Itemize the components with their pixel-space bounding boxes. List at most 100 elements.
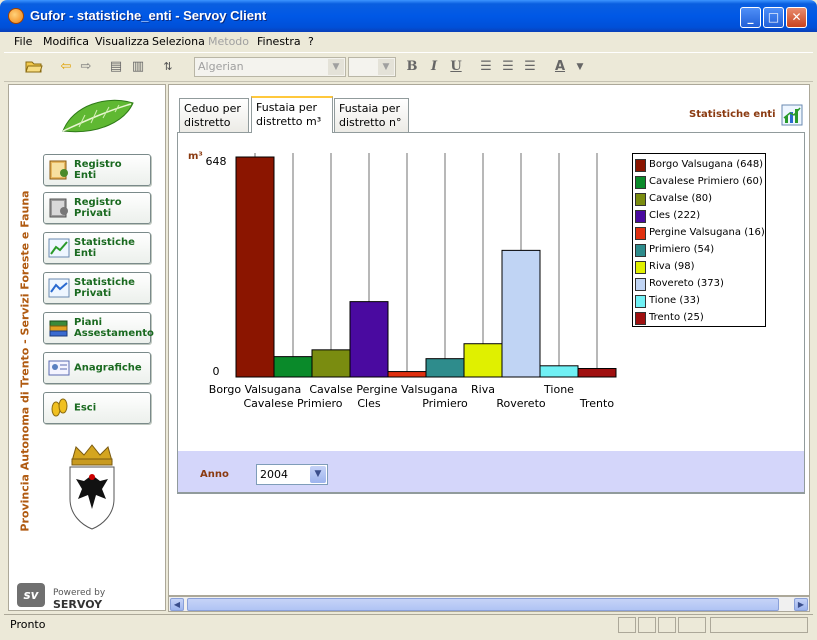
page-title: Statistiche enti — [689, 109, 776, 120]
menu-metodo[interactable]: Metodo — [208, 35, 249, 48]
title-bar: Gufor - statistiche_enti - Servoy Client… — [0, 0, 817, 32]
bar — [387, 371, 427, 378]
x-tick-label: Tione — [543, 383, 574, 396]
year-label: Anno — [200, 469, 229, 480]
legend-label: Tione (33) — [649, 295, 700, 306]
legend-item: Rovereto (373) — [635, 276, 763, 293]
legend-item: Cles (222) — [635, 208, 763, 225]
sort-icon[interactable]: ⇅ — [158, 58, 178, 76]
legend-swatch — [635, 227, 646, 240]
registro-enti-button[interactable]: Registro Enti — [43, 154, 151, 186]
align-right-icon[interactable]: ☰ — [520, 58, 540, 76]
bar — [235, 156, 275, 378]
forward-arrow-icon[interactable]: ⇨ — [76, 58, 96, 76]
delete-record-icon[interactable]: ▥ — [128, 58, 148, 76]
menu-bar: File Modifica Visualizza Seleziona Metod… — [4, 32, 813, 52]
servoy-logo-icon: sv — [17, 583, 45, 607]
chevron-down-icon[interactable]: ▼ — [310, 466, 326, 483]
chart-icon — [48, 278, 70, 298]
bar — [349, 301, 389, 378]
tab-ceduo-distretto[interactable]: Ceduo per distretto — [179, 98, 249, 132]
sidebar: Provincia Autonoma di Trento - Servizi F… — [8, 84, 166, 611]
anagrafiche-button[interactable]: Anagrafiche — [43, 352, 151, 384]
underline-button[interactable]: U — [446, 58, 466, 76]
legend-label: Riva (98) — [649, 261, 695, 272]
x-tick-label: Trento — [579, 397, 614, 410]
align-left-icon[interactable]: ☰ — [476, 58, 496, 76]
legend-label: Borgo Valsugana (648) — [649, 159, 764, 170]
organization-title: Provincia Autonoma di Trento - Servizi F… — [18, 190, 32, 532]
statistiche-enti-button[interactable]: Statistiche Enti — [43, 232, 151, 264]
back-arrow-icon[interactable]: ⇦ — [56, 58, 76, 76]
main-panel: Ceduo per distretto Fustaia per distretto … — [168, 84, 810, 596]
powered-by-servoy: sv Powered by SERVOY — [17, 579, 157, 611]
year-select[interactable]: 2004 ▼ — [256, 464, 328, 485]
tab-fustaia-distretto-m3[interactable]: Fustaia per distretto m³ — [251, 96, 333, 133]
menu-seleziona[interactable]: Seleziona — [152, 35, 205, 48]
menu-modifica[interactable]: Modifica — [43, 35, 89, 48]
legend-label: Trento (25) — [649, 312, 704, 323]
legend-item: Trento (25) — [635, 310, 763, 327]
legend-swatch — [635, 278, 646, 291]
minimize-button[interactable]: _ — [740, 7, 761, 28]
legend-swatch — [635, 176, 646, 189]
scroll-thumb[interactable] — [187, 598, 779, 611]
menu-file[interactable]: File — [14, 35, 32, 48]
legend-label: Primiero (54) — [649, 244, 715, 255]
menu-finestra[interactable]: Finestra — [257, 35, 301, 48]
scroll-left-icon[interactable]: ◀ — [170, 598, 184, 611]
close-button[interactable]: ✕ — [786, 7, 807, 28]
add-record-icon[interactable]: ▤ — [106, 58, 126, 76]
maximize-button[interactable]: □ — [763, 7, 784, 28]
bar — [501, 249, 541, 378]
piani-assestamento-button[interactable]: Piani Assestamento — [43, 312, 154, 344]
contact-card-icon — [48, 360, 70, 376]
tab-fustaia-distretto-n[interactable]: Fustaia per distretto n° — [334, 98, 409, 132]
coat-of-arms-icon — [69, 444, 115, 530]
legend-item: Riva (98) — [635, 259, 763, 276]
status-bar: Pronto — [4, 614, 813, 634]
chart-area: m³ 0 648 Borgo Valsugana Cavalese Primiero Ca… — [177, 132, 805, 494]
registry-book-icon — [49, 160, 68, 180]
legend-item: Primiero (54) — [635, 242, 763, 259]
chevron-down-icon[interactable]: ▼ — [570, 58, 590, 76]
menu-visualizza[interactable]: Visualizza — [95, 35, 149, 48]
font-family-select[interactable]: Algerian ▼ — [194, 57, 346, 77]
bar — [273, 356, 313, 378]
y-axis-label: m³ — [188, 151, 203, 162]
scroll-right-icon[interactable]: ▶ — [794, 598, 808, 611]
legend-item: Cavalse (80) — [635, 191, 763, 208]
registry-book-icon — [49, 198, 68, 218]
status-text: Pronto — [10, 618, 46, 631]
font-color-button[interactable]: A — [550, 58, 570, 76]
legend-swatch — [635, 193, 646, 206]
legend-label: Cavalse (80) — [649, 193, 713, 204]
menu-help[interactable]: ? — [308, 35, 314, 48]
x-tick-label: Rovereto — [496, 397, 546, 410]
legend-item: Pergine Valsugana (16) — [635, 225, 765, 242]
x-tick-label: Cles — [357, 397, 381, 410]
bold-button[interactable]: B — [402, 58, 422, 76]
legend-label: Rovereto (373) — [649, 278, 724, 289]
esci-button[interactable]: Esci — [43, 392, 151, 424]
horizontal-scrollbar[interactable]: ◀ ▶ — [168, 596, 810, 612]
books-stack-icon — [49, 320, 68, 337]
registro-privati-button[interactable]: Registro Privati — [43, 192, 151, 224]
status-cell — [678, 617, 706, 633]
legend-label: Cles (222) — [649, 210, 701, 221]
legend-swatch — [635, 295, 646, 308]
app-icon — [8, 8, 24, 24]
status-cell — [658, 617, 676, 633]
y-tick-label: 648 — [206, 155, 227, 168]
font-size-select[interactable]: ▼ — [348, 57, 396, 77]
legend-swatch — [635, 159, 646, 172]
italic-button[interactable]: I — [424, 58, 444, 76]
statistiche-privati-button[interactable]: Statistiche Privati — [43, 272, 151, 304]
align-center-icon[interactable]: ☰ — [498, 58, 518, 76]
window-title: Gufor - statistiche_enti - Servoy Client — [30, 8, 267, 23]
status-cell — [638, 617, 656, 633]
y-tick-label: 0 — [213, 365, 220, 378]
leaf-logo-icon — [62, 99, 134, 133]
open-folder-icon[interactable] — [24, 58, 44, 76]
chart-legend: Borgo Valsugana (648) Cavalese Primiero (… — [632, 153, 766, 327]
